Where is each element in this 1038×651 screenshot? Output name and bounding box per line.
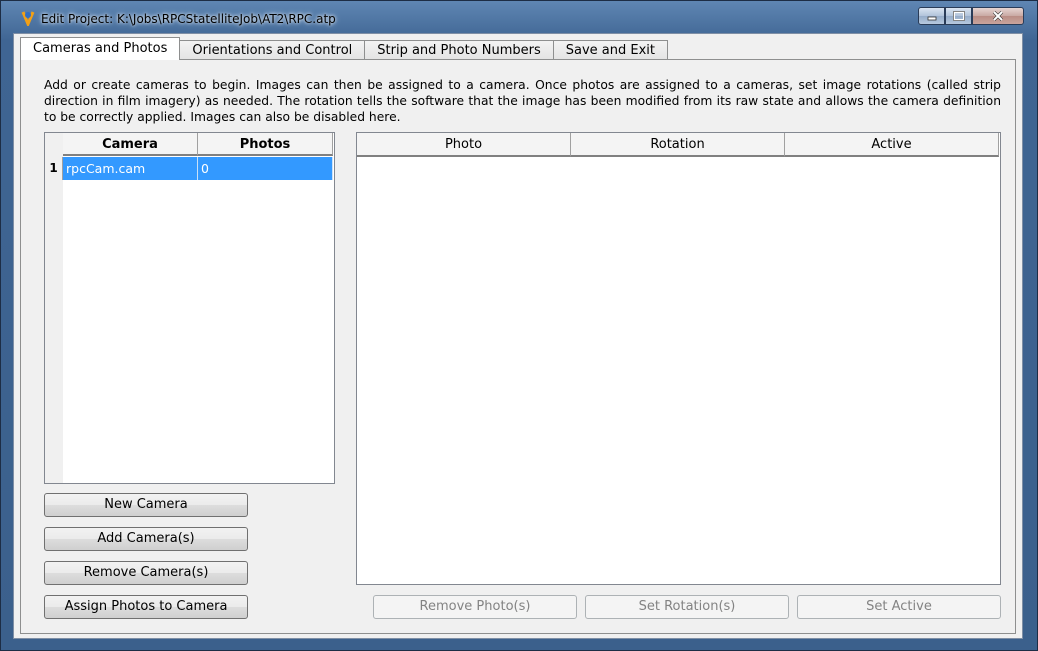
close-icon (992, 11, 1004, 21)
camera-grid-header: Camera Photos (63, 133, 333, 156)
tab-save-and-exit[interactable]: Save and Exit (552, 40, 669, 60)
app-logo-icon[interactable] (21, 10, 35, 28)
new-camera-button[interactable]: New Camera (44, 493, 248, 517)
row-header-column (45, 133, 63, 483)
close-button[interactable] (972, 7, 1024, 25)
dialog-client-area: Cameras and Photos Orientations and Cont… (13, 33, 1023, 639)
column-header-photo[interactable]: Photo (357, 133, 571, 157)
set-active-button[interactable]: Set Active (797, 595, 1001, 619)
assign-photos-button[interactable]: Assign Photos to Camera (44, 595, 248, 619)
photo-grid[interactable]: Photo Rotation Active (356, 132, 1001, 585)
photos-cell[interactable]: 0 (198, 157, 333, 180)
tab-strip: Cameras and Photos Orientations and Cont… (20, 37, 669, 60)
row-number: 1 (45, 157, 63, 180)
application-window: Edit Project: K:\Jobs\RPCStatelliteJob\A… (0, 0, 1038, 651)
remove-photos-button[interactable]: Remove Photo(s) (373, 595, 577, 619)
photo-grid-header: Photo Rotation Active (357, 133, 999, 157)
cameras-and-photos-panel: Add or create cameras to begin. Images c… (20, 59, 1016, 634)
camera-grid[interactable]: Camera Photos 1 rpcCam.cam 0 (44, 132, 335, 484)
column-header-rotation[interactable]: Rotation (571, 133, 785, 157)
set-rotation-button[interactable]: Set Rotation(s) (585, 595, 789, 619)
remove-cameras-button[interactable]: Remove Camera(s) (44, 561, 248, 585)
camera-cell[interactable]: rpcCam.cam (63, 157, 198, 180)
column-header-active[interactable]: Active (785, 133, 999, 157)
add-cameras-button[interactable]: Add Camera(s) (44, 527, 248, 551)
window-controls (918, 7, 1024, 27)
maximize-icon (952, 11, 965, 21)
minimize-icon (927, 16, 936, 21)
column-header-camera[interactable]: Camera (63, 133, 198, 156)
instructions-text: Add or create cameras to begin. Images c… (44, 78, 1001, 124)
table-row[interactable]: 1 rpcCam.cam 0 (45, 157, 333, 180)
minimize-button[interactable] (918, 7, 945, 25)
tab-orientations-and-control[interactable]: Orientations and Control (179, 40, 366, 60)
column-header-photos[interactable]: Photos (198, 133, 333, 156)
window-title: Edit Project: K:\Jobs\RPCStatelliteJob\A… (41, 12, 336, 26)
tab-strip-and-photo-numbers[interactable]: Strip and Photo Numbers (364, 40, 554, 60)
title-bar[interactable]: Edit Project: K:\Jobs\RPCStatelliteJob\A… (1, 1, 1037, 33)
tab-cameras-and-photos[interactable]: Cameras and Photos (20, 37, 181, 60)
maximize-button[interactable] (945, 7, 972, 25)
